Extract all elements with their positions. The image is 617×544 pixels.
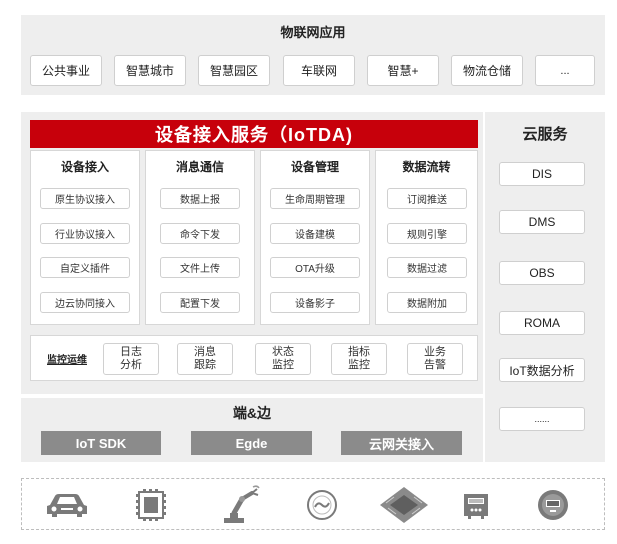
monitor-item-line: 状态 <box>272 346 294 358</box>
feature-item: 数据上报 <box>160 188 240 209</box>
feature-item: 规则引擎 <box>387 223 467 244</box>
iot-apps-title: 物联网应用 <box>280 24 346 40</box>
monitor-item-line: 日志 <box>120 346 142 358</box>
cloud-item-iot-analytics: IoT数据分析 <box>499 358 585 382</box>
feature-item: 数据附加 <box>387 292 467 313</box>
monitor-item-line: 跟踪 <box>194 359 216 371</box>
cloud-item-obs: OBS <box>499 261 585 285</box>
feature-item: 数据过滤 <box>387 257 467 278</box>
monitor-item-business-alarm: 业务 告警 <box>407 343 463 375</box>
feature-item: 行业协议接入 <box>40 223 130 244</box>
iotda-title-bar: 设备接入服务（IoTDA) <box>30 120 478 148</box>
cloud-services-title: 云服务 <box>522 125 568 143</box>
monitor-item-line: 监控 <box>348 359 370 371</box>
feature-item: OTA升级 <box>270 257 360 278</box>
feature-item: 生命周期管理 <box>270 188 360 209</box>
feature-item: 设备建模 <box>270 223 360 244</box>
feature-item: 边云协同接入 <box>40 292 130 313</box>
car-icon <box>44 491 90 519</box>
feature-item: 配置下发 <box>160 292 240 313</box>
app-vehicle-network: 车联网 <box>283 55 355 86</box>
column-device-access: 设备接入 原生协议接入 行业协议接入 自定义插件 边云协同接入 <box>30 150 140 325</box>
column-data-flow: 数据流转 订阅推送 规则引擎 数据过滤 数据附加 <box>375 150 478 325</box>
column-messaging: 消息通信 数据上报 命令下发 文件上传 配置下发 <box>145 150 255 325</box>
cloud-item-dms: DMS <box>499 210 585 234</box>
monitor-item-message-trace: 消息 跟踪 <box>177 343 233 375</box>
app-logistics: 物流仓储 <box>451 55 523 86</box>
edge-panel: 端&边 IoT SDK Egde 云网关接入 <box>21 398 483 462</box>
smart-meter-icon <box>536 488 570 522</box>
monitor-item-line: 监控 <box>272 359 294 371</box>
feature-item: 命令下发 <box>160 223 240 244</box>
devices-strip <box>21 478 605 530</box>
column-title: 设备接入 <box>60 159 109 174</box>
edge-title: 端&边 <box>232 405 272 421</box>
feature-item: 原生协议接入 <box>40 188 130 209</box>
column-title: 消息通信 <box>175 159 224 174</box>
monitor-item-line: 业务 <box>424 346 446 358</box>
edge-egde: Egde <box>191 431 312 455</box>
monitor-item-status-monitor: 状态 监控 <box>255 343 311 375</box>
cloud-services-panel: 云服务 DIS DMS OBS ROMA IoT数据分析 ...... <box>485 112 605 462</box>
chip-icon <box>134 489 168 521</box>
feature-item: 文件上传 <box>160 257 240 278</box>
monitor-item-metric-monitor: 指标 监控 <box>331 343 387 375</box>
iotda-panel: 设备接入服务（IoTDA) 设备接入 原生协议接入 行业协议接入 自定义插件 边… <box>21 112 483 394</box>
cloud-item-roma: ROMA <box>499 311 585 335</box>
iot-apps-panel: 物联网应用 公共事业 智慧城市 智慧园区 车联网 智慧+ 物流仓储 ... <box>21 15 605 95</box>
edge-cloud-gateway: 云网关接入 <box>341 431 462 455</box>
cloud-item-dis: DIS <box>499 162 585 186</box>
feature-item: 自定义插件 <box>40 257 130 278</box>
app-more: ... <box>535 55 595 86</box>
column-title: 数据流转 <box>402 159 451 174</box>
monitor-item-line: 分析 <box>120 359 142 371</box>
app-smart-city: 智慧城市 <box>114 55 186 86</box>
monitor-item-line: 告警 <box>424 359 446 371</box>
circuit-board-icon <box>376 483 432 527</box>
cloud-item-more: ...... <box>499 407 585 431</box>
feature-item: 设备影子 <box>270 292 360 313</box>
robot-arm-icon <box>220 485 262 525</box>
column-title: 设备管理 <box>290 159 339 174</box>
monitoring-row: 监控运维 日志 分析 消息 跟踪 状态 监控 指标 监控 业务 告警 <box>30 335 478 381</box>
app-smart-park: 智慧园区 <box>198 55 270 86</box>
feature-item: 订阅推送 <box>387 188 467 209</box>
meter-icon <box>306 489 338 521</box>
monitor-item-log-analysis: 日志 分析 <box>103 343 159 375</box>
app-public-utilities: 公共事业 <box>30 55 102 86</box>
monitoring-title: 监控运维 <box>47 354 87 366</box>
app-smart-plus: 智慧+ <box>367 55 439 86</box>
column-device-management: 设备管理 生命周期管理 设备建模 OTA升级 设备影子 <box>260 150 370 325</box>
gateway-icon <box>462 490 490 520</box>
edge-iot-sdk: IoT SDK <box>41 431 161 455</box>
monitor-item-line: 消息 <box>194 346 216 358</box>
monitor-item-line: 指标 <box>348 346 370 358</box>
